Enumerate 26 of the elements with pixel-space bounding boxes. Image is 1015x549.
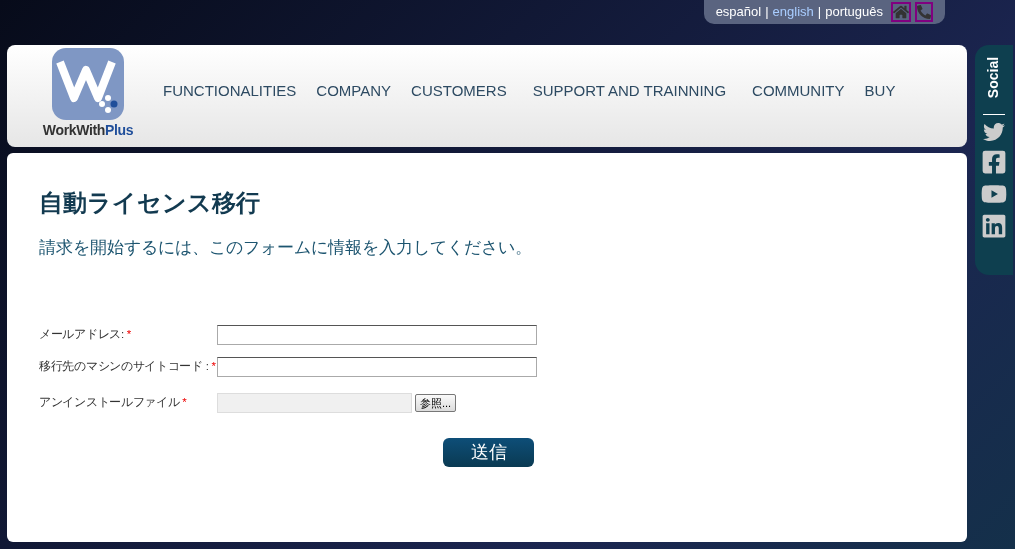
field-label: 移行先のマシンのサイトコード : * (39, 358, 217, 374)
field-label: メールアドレス: * (39, 326, 132, 342)
nav-link[interactable]: BUY (864, 79, 896, 103)
twitter-icon[interactable] (981, 121, 1007, 143)
language-link[interactable]: español (715, 2, 762, 22)
nav-link[interactable]: COMMUNITY (752, 79, 845, 103)
field-label: アンインストールファイル * (39, 394, 188, 410)
logo-text: WorkWithPlus (42, 121, 134, 140)
nav-link[interactable]: COMPANY (316, 79, 392, 103)
logo-icon (52, 48, 124, 120)
submit-button[interactable]: 送信 (443, 437, 534, 467)
page-subtitle: 請求を開始するには、このフォームに情報を入力してください。 (39, 237, 533, 259)
page-title: 自動ライセンス移行 (39, 188, 261, 218)
separator: | (765, 3, 769, 22)
input-field[interactable] (217, 324, 537, 345)
separator: | (817, 3, 822, 22)
input-field[interactable] (217, 356, 537, 377)
nav-link[interactable]: CUSTOMERS (411, 79, 507, 103)
nav-link[interactable]: SUPPORT AND TRAINNING (532, 79, 727, 103)
social-label: Social (984, 56, 1003, 99)
language-link[interactable]: english (772, 2, 814, 22)
nav-link[interactable]: FUNCTIONALITIES (163, 79, 297, 103)
language-link[interactable]: português (825, 2, 883, 22)
facebook-icon[interactable] (981, 149, 1007, 175)
browse-button[interactable]: 参照... (415, 393, 457, 412)
linkedin-icon[interactable] (981, 213, 1007, 239)
